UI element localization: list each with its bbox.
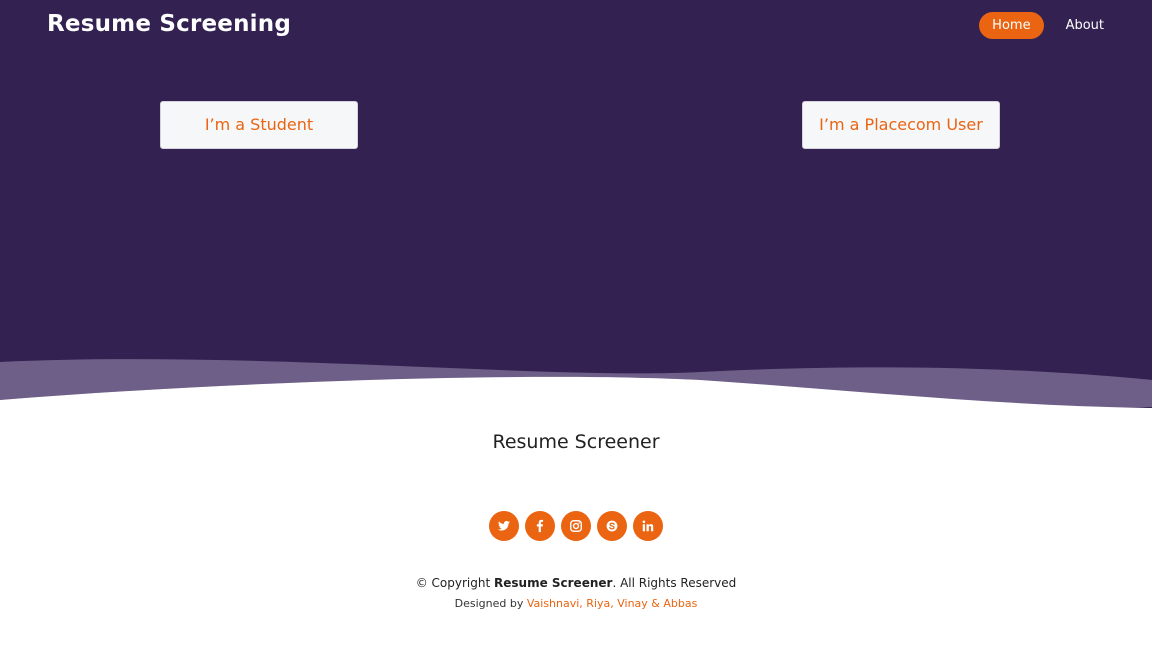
copyright-suffix: . All Rights Reserved bbox=[612, 576, 737, 590]
instagram-icon[interactable] bbox=[561, 511, 591, 541]
brand-logo-text[interactable]: Resume Screening bbox=[47, 11, 291, 37]
student-button[interactable]: I’m a Student bbox=[160, 101, 358, 149]
designed-by-label: Designed by bbox=[454, 597, 524, 610]
facebook-icon[interactable] bbox=[525, 511, 555, 541]
footer-title: Resume Screener bbox=[492, 431, 660, 453]
main-nav: Home About bbox=[979, 12, 1116, 39]
nav-about-link[interactable]: About bbox=[1054, 12, 1116, 39]
copyright-text: © Copyright Resume Screener. All Rights … bbox=[0, 576, 1152, 590]
skype-icon[interactable] bbox=[597, 511, 627, 541]
designer-names-link[interactable]: Vaishnavi, Riya, Vinay & Abbas bbox=[527, 597, 697, 610]
nav-home-link[interactable]: Home bbox=[979, 12, 1044, 39]
copyright-prefix: © Copyright bbox=[415, 576, 491, 590]
linkedin-icon[interactable] bbox=[633, 511, 663, 541]
placecom-user-button[interactable]: I’m a Placecom User bbox=[802, 101, 1000, 149]
hero-section: Resume Screening Home About I’m a Studen… bbox=[0, 0, 1152, 410]
designer-credits: Designed by Vaishnavi, Riya, Vinay & Abb… bbox=[0, 597, 1152, 610]
social-links bbox=[0, 511, 1152, 541]
wave-divider bbox=[0, 359, 1152, 420]
copyright-name: Resume Screener bbox=[494, 576, 613, 590]
twitter-icon[interactable] bbox=[489, 511, 519, 541]
